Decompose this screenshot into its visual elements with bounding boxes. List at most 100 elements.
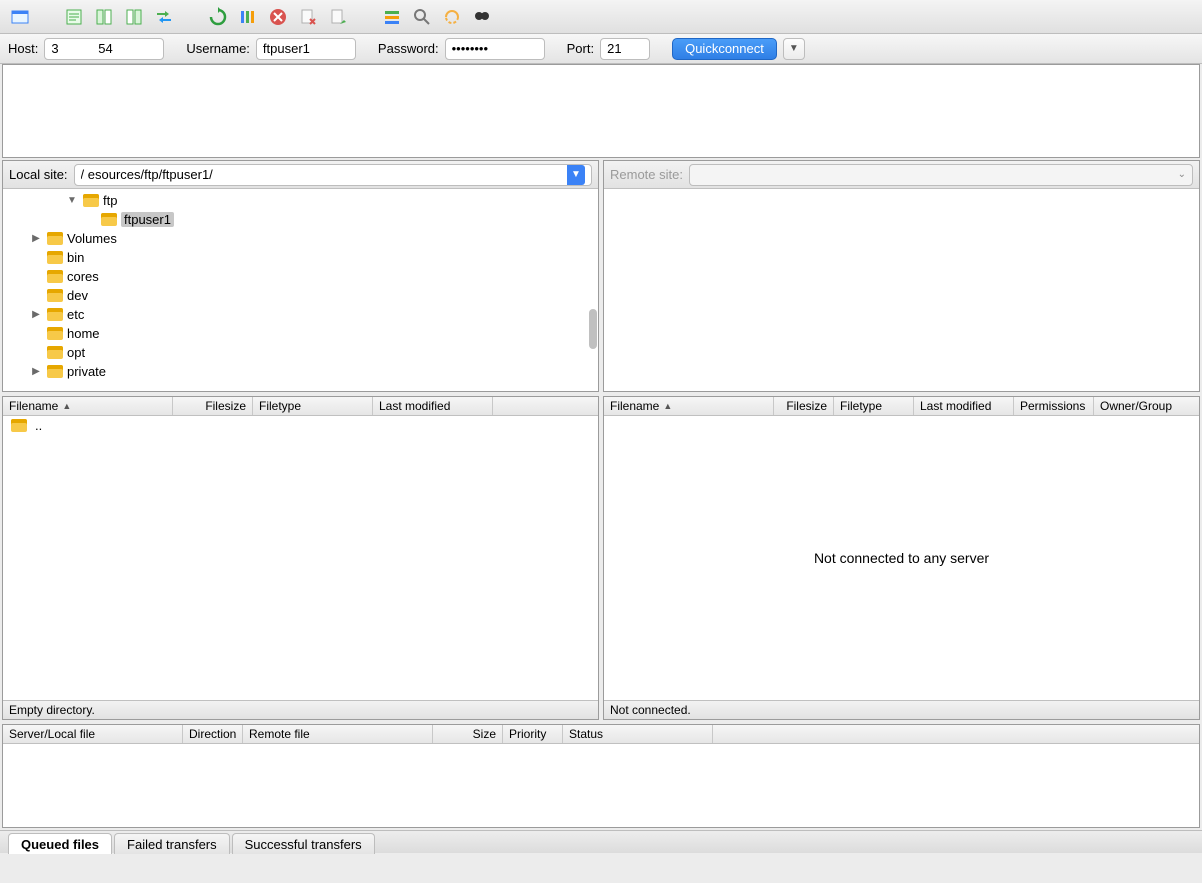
col-remote-file[interactable]: Remote file [243, 725, 433, 743]
list-item[interactable]: .. [3, 416, 598, 435]
toggle-queue-icon[interactable] [152, 5, 176, 29]
chevron-down-icon[interactable]: ▼ [567, 165, 585, 185]
col-filetype[interactable]: Filetype [253, 397, 373, 415]
transfer-queue: Server/Local file Direction Remote file … [2, 724, 1200, 828]
quickconnect-history-dropdown[interactable]: ▼ [783, 38, 805, 60]
process-queue-icon[interactable] [236, 5, 260, 29]
refresh-icon[interactable] [206, 5, 230, 29]
local-site-combo[interactable]: / esources/ftp/ftpuser1/ ▼ [74, 164, 592, 186]
port-label: Port: [567, 41, 594, 56]
queue-tabs: Queued files Failed transfers Successful… [0, 830, 1202, 853]
list-item-label: .. [35, 418, 42, 433]
site-manager-icon[interactable] [8, 5, 32, 29]
col-server-local[interactable]: Server/Local file [3, 725, 183, 743]
tree-item[interactable]: ▶ private [3, 362, 598, 381]
tree-item-label: Volumes [67, 231, 117, 246]
filter-icon[interactable] [380, 5, 404, 29]
remote-file-list-header[interactable]: Filename▲ Filesize Filetype Last modifie… [604, 397, 1199, 416]
folder-icon [47, 289, 63, 302]
expand-toggle-icon[interactable]: ▼ [65, 195, 79, 206]
tree-item-label: ftp [103, 193, 117, 208]
tree-item-label: private [67, 364, 106, 379]
folder-icon [101, 213, 117, 226]
remote-site-combo[interactable]: ⌄ [689, 164, 1193, 186]
col-filetype[interactable]: Filetype [834, 397, 914, 415]
folder-icon [47, 327, 63, 340]
local-status: Empty directory. [3, 700, 598, 719]
tree-item[interactable]: home [3, 324, 598, 343]
col-size[interactable]: Size [433, 725, 503, 743]
reconnect-icon[interactable] [326, 5, 350, 29]
queue-list[interactable] [3, 744, 1199, 827]
disconnect-icon[interactable] [296, 5, 320, 29]
host-input[interactable] [44, 38, 164, 60]
col-lastmodified[interactable]: Last modified [373, 397, 493, 415]
tab-queued[interactable]: Queued files [8, 833, 112, 854]
folder-icon [47, 270, 63, 283]
sort-asc-icon: ▲ [663, 401, 672, 411]
tree-item-label: cores [67, 269, 99, 284]
local-file-list-header[interactable]: Filename▲ Filesize Filetype Last modifie… [3, 397, 598, 416]
expand-toggle-icon[interactable]: ▶ [29, 366, 43, 377]
col-filesize[interactable]: Filesize [173, 397, 253, 415]
search-icon[interactable] [470, 5, 494, 29]
compare-icon[interactable] [410, 5, 434, 29]
port-input[interactable] [600, 38, 650, 60]
cancel-icon[interactable] [266, 5, 290, 29]
expand-toggle-icon[interactable]: ▶ [29, 233, 43, 244]
remote-file-list-pane: Filename▲ Filesize Filetype Last modifie… [603, 396, 1200, 720]
local-file-list-pane: Filename▲ Filesize Filetype Last modifie… [2, 396, 599, 720]
local-file-list[interactable]: .. [3, 416, 598, 700]
remote-file-list[interactable]: Not connected to any server [604, 416, 1199, 700]
tree-item[interactable]: cores [3, 267, 598, 286]
col-direction[interactable]: Direction [183, 725, 243, 743]
remote-directory-tree[interactable] [604, 189, 1199, 391]
sync-browse-icon[interactable] [440, 5, 464, 29]
password-input[interactable] [445, 38, 545, 60]
toggle-local-tree-icon[interactable] [92, 5, 116, 29]
sort-asc-icon: ▲ [62, 401, 71, 411]
col-priority[interactable]: Priority [503, 725, 563, 743]
quickconnect-button[interactable]: Quickconnect [672, 38, 777, 60]
queue-header[interactable]: Server/Local file Direction Remote file … [3, 725, 1199, 744]
tab-failed[interactable]: Failed transfers [114, 833, 230, 854]
tree-item[interactable]: ▶ Volumes [3, 229, 598, 248]
tree-item[interactable]: ▶ etc [3, 305, 598, 324]
remote-status: Not connected. [604, 700, 1199, 719]
col-permissions[interactable]: Permissions [1014, 397, 1094, 415]
col-owner[interactable]: Owner/Group [1094, 397, 1182, 415]
main-toolbar [0, 0, 1202, 34]
col-filename[interactable]: Filename▲ [604, 397, 774, 415]
col-filesize[interactable]: Filesize [774, 397, 834, 415]
local-site-label: Local site: [9, 167, 68, 182]
quickconnect-bar: Host: Username: Password: Port: Quickcon… [0, 34, 1202, 64]
folder-icon [47, 232, 63, 245]
tab-successful[interactable]: Successful transfers [232, 833, 375, 854]
folder-icon [47, 365, 63, 378]
folder-icon [47, 308, 63, 321]
tree-item[interactable]: ▼ ftp [3, 191, 598, 210]
folder-icon [11, 419, 27, 432]
toggle-remote-tree-icon[interactable] [122, 5, 146, 29]
folder-icon [47, 251, 63, 264]
username-input[interactable] [256, 38, 356, 60]
host-label: Host: [8, 41, 38, 56]
local-pane: Local site: / esources/ftp/ftpuser1/ ▼ ▼… [2, 160, 599, 392]
toggle-log-icon[interactable] [62, 5, 86, 29]
tree-item-label: opt [67, 345, 85, 360]
scrollbar-thumb[interactable] [589, 309, 597, 349]
tree-item[interactable]: ftpuser1 [3, 210, 598, 229]
tree-item[interactable]: dev [3, 286, 598, 305]
message-log[interactable] [2, 64, 1200, 158]
local-directory-tree[interactable]: ▼ ftp ftpuser1 ▶ Volumes bin cores dev ▶ etc home o… [3, 189, 598, 391]
tree-item[interactable]: opt [3, 343, 598, 362]
col-status[interactable]: Status [563, 725, 713, 743]
col-lastmodified[interactable]: Last modified [914, 397, 1014, 415]
col-filename[interactable]: Filename▲ [3, 397, 173, 415]
username-label: Username: [186, 41, 250, 56]
chevron-down-icon[interactable]: ⌄ [1178, 169, 1186, 180]
tree-item[interactable]: bin [3, 248, 598, 267]
expand-toggle-icon[interactable]: ▶ [29, 309, 43, 320]
tree-item-label: etc [67, 307, 84, 322]
tree-item-label: bin [67, 250, 84, 265]
